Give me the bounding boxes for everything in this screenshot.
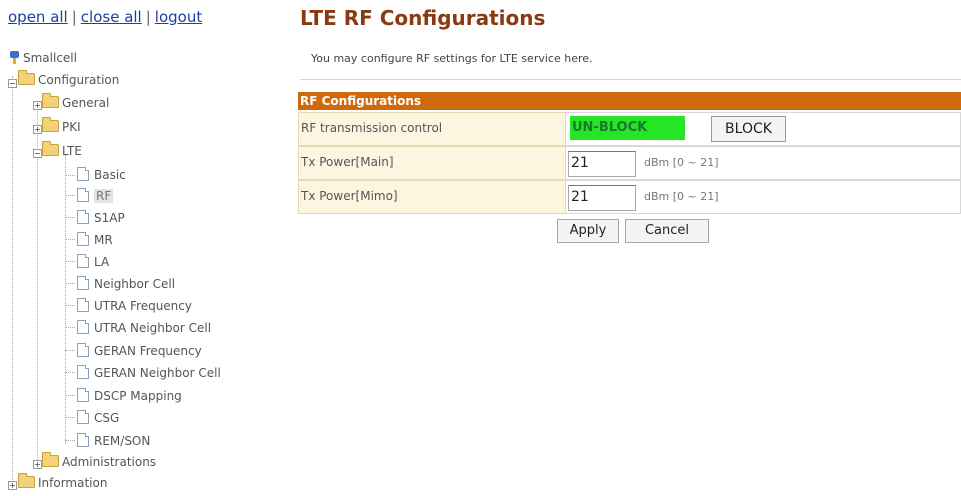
tree-label: CSG (94, 411, 120, 425)
page-icon (77, 188, 89, 202)
tree-item-information[interactable]: Information (18, 473, 108, 492)
tree-item-lte[interactable]: LTE (42, 141, 82, 160)
tree-label: General (62, 96, 110, 110)
folder-icon (18, 70, 35, 85)
tree-label: DSCP Mapping (94, 389, 182, 403)
tx-power-main-unit: dBm [0 ~ 21] (644, 156, 719, 169)
folder-icon (42, 452, 59, 467)
block-button[interactable]: BLOCK (711, 116, 786, 142)
page-icon (77, 167, 89, 181)
tx-power-mimo-unit: dBm [0 ~ 21] (644, 190, 719, 203)
tree-item-dscp-mapping[interactable]: DSCP Mapping (77, 386, 182, 404)
collapse-icon[interactable]: − (33, 149, 42, 158)
expand-icon[interactable]: + (33, 125, 42, 134)
folder-icon (42, 117, 59, 132)
tree-label: MR (94, 233, 113, 247)
tx-power-main-value: 21 dBm [0 ~ 21] (566, 146, 961, 180)
tree-item-administrations[interactable]: Administrations (42, 452, 157, 471)
tree-item-la[interactable]: LA (77, 252, 109, 270)
tree-item-utra-neighbor-cell[interactable]: UTRA Neighbor Cell (77, 318, 211, 336)
tree-item-general[interactable]: General (42, 93, 110, 112)
section-header: RF Configurations (298, 92, 961, 110)
tree-label-selected: RF (94, 189, 114, 203)
tree-label: REM/SON (94, 434, 151, 448)
tree-item-rf[interactable]: RF (77, 186, 114, 204)
collapse-icon[interactable]: − (8, 79, 17, 88)
tx-power-mimo-row: Tx Power[Mimo] 21 dBm [0 ~ 21] (298, 180, 961, 214)
folder-icon (18, 473, 35, 488)
cancel-button[interactable]: Cancel (625, 219, 709, 243)
tree-label: UTRA Frequency (94, 299, 192, 313)
tx-power-main-label: Tx Power[Main] (298, 146, 566, 180)
rf-status-indicator: UN-BLOCK (570, 116, 685, 140)
smallcell-icon (10, 51, 19, 64)
tree-label: GERAN Frequency (94, 344, 202, 358)
tx-power-mimo-value: 21 dBm [0 ~ 21] (566, 180, 961, 214)
tree-label: LA (94, 255, 110, 269)
page-icon (77, 276, 89, 290)
tree-label: GERAN Neighbor Cell (94, 366, 221, 380)
tree-item-basic[interactable]: Basic (77, 165, 126, 183)
tree-label: LTE (62, 144, 82, 158)
page-icon (77, 232, 89, 246)
page-title: LTE RF Configurations (300, 6, 546, 30)
navigation-panel: open all | close all | logout Smallcell − Co… (0, 0, 290, 496)
apply-button[interactable]: Apply (557, 219, 619, 243)
page-icon (77, 210, 89, 224)
tree-label: S1AP (94, 211, 125, 225)
logout-link[interactable]: logout (155, 8, 202, 26)
rf-control-value: UN-BLOCK BLOCK (566, 112, 961, 146)
tree-item-configuration[interactable]: Configuration (18, 70, 120, 89)
page-icon (77, 298, 89, 312)
divider (300, 79, 961, 80)
page-icon (77, 365, 89, 379)
tree-label: Basic (94, 168, 126, 182)
tx-power-mimo-input[interactable]: 21 (568, 185, 636, 211)
close-all-link[interactable]: close all (81, 8, 142, 26)
tree-label: Information (38, 476, 108, 490)
tree-root[interactable]: Smallcell (10, 49, 77, 67)
tree-item-csg[interactable]: CSG (77, 408, 119, 426)
rf-control-label: RF transmission control (298, 112, 566, 146)
tree-label: UTRA Neighbor Cell (94, 321, 212, 335)
folder-icon (42, 93, 59, 108)
tree-item-pki[interactable]: PKI (42, 117, 81, 136)
tree-item-utra-frequency[interactable]: UTRA Frequency (77, 296, 192, 314)
expand-icon[interactable]: + (33, 460, 42, 469)
tree-label-root: Smallcell (23, 51, 77, 65)
page-icon (77, 343, 89, 357)
page-icon (77, 254, 89, 268)
folder-icon (42, 141, 59, 156)
tree-item-neighbor-cell[interactable]: Neighbor Cell (77, 274, 175, 292)
page-icon (77, 388, 89, 402)
page-icon (77, 410, 89, 424)
expand-icon[interactable]: + (33, 101, 42, 110)
tree-item-s1ap[interactable]: S1AP (77, 208, 125, 226)
tree-label: PKI (62, 120, 81, 134)
separator: | (145, 8, 151, 26)
top-links: open all | close all | logout (8, 8, 202, 26)
tree-item-rem-son[interactable]: REM/SON (77, 431, 150, 449)
page-description: You may configure RF settings for LTE se… (311, 52, 593, 65)
page-icon (77, 433, 89, 447)
tx-power-main-row: Tx Power[Main] 21 dBm [0 ~ 21] (298, 146, 961, 180)
tree-item-mr[interactable]: MR (77, 230, 113, 248)
expand-icon[interactable]: + (8, 481, 17, 490)
tree-label: Configuration (38, 73, 120, 87)
rf-control-row: RF transmission control UN-BLOCK BLOCK (298, 112, 961, 146)
page-icon (77, 320, 89, 334)
tree-item-geran-neighbor-cell[interactable]: GERAN Neighbor Cell (77, 363, 221, 381)
tree-label: Administrations (62, 455, 157, 469)
separator: | (71, 8, 77, 26)
tree-item-geran-frequency[interactable]: GERAN Frequency (77, 341, 202, 359)
tree-label: Neighbor Cell (94, 277, 176, 291)
tx-power-main-input[interactable]: 21 (568, 151, 636, 177)
open-all-link[interactable]: open all (8, 8, 68, 26)
tx-power-mimo-label: Tx Power[Mimo] (298, 180, 566, 214)
